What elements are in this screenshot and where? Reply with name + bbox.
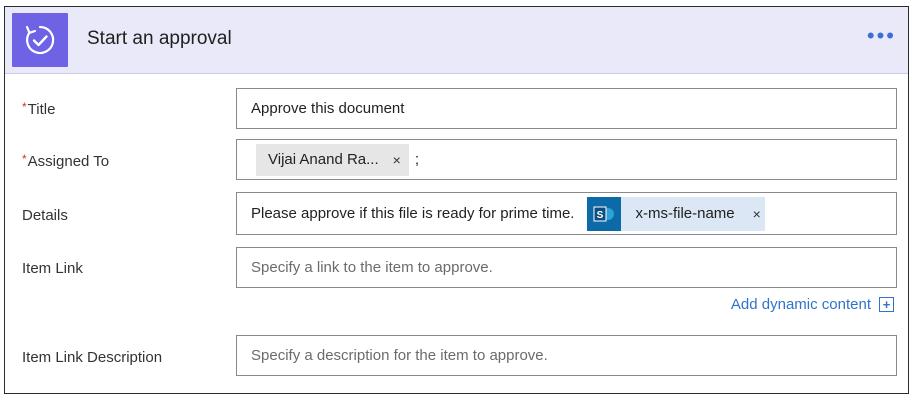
assignee-separator: ; [414, 151, 419, 168]
assignee-token-label: Vijai Anand Ra... [268, 151, 379, 168]
card-header[interactable]: Start an approval ••• [5, 7, 908, 74]
title-field[interactable]: Approve this document [236, 88, 897, 129]
details-field[interactable]: Please approve if this file is ready for… [236, 192, 897, 235]
details-value: Please approve if this file is ready for… [251, 205, 575, 222]
item-link-field[interactable]: Specify a link to the item to approve. [236, 247, 897, 288]
assigned-to-label: *Assigned To [22, 152, 110, 170]
approval-check-icon [12, 13, 68, 67]
item-link-placeholder: Specify a link to the item to approve. [251, 259, 493, 276]
more-options-button[interactable]: ••• [867, 23, 896, 49]
assignee-token[interactable]: Vijai Anand Ra... × [256, 143, 409, 176]
assigned-to-field[interactable]: Vijai Anand Ra... × ; [236, 139, 897, 180]
sharepoint-icon: S [587, 196, 622, 231]
title-value: Approve this document [251, 100, 405, 117]
dynamic-content-token[interactable]: S x-ms-file-name × [587, 196, 765, 231]
item-link-description-placeholder: Specify a description for the item to ap… [251, 347, 548, 364]
title-label: *Title [22, 100, 56, 118]
item-link-label: Item Link [22, 260, 83, 277]
dynamic-token-label: x-ms-file-name [635, 205, 735, 222]
add-dynamic-content-label: Add dynamic content [730, 296, 871, 313]
required-marker: * [22, 100, 27, 114]
remove-assignee-icon[interactable]: × [393, 152, 401, 168]
details-label: Details [22, 207, 68, 224]
add-dynamic-content-link[interactable]: Add dynamic content + [731, 296, 894, 313]
add-plus-icon: + [879, 297, 894, 312]
required-marker: * [22, 152, 27, 166]
approval-action-card: Start an approval ••• *Title Approve thi… [4, 6, 909, 394]
svg-text:S: S [597, 210, 604, 221]
remove-dynamic-token-icon[interactable]: × [753, 206, 761, 222]
item-link-description-label: Item Link Description [22, 349, 163, 366]
card-title: Start an approval [87, 28, 232, 49]
item-link-description-field[interactable]: Specify a description for the item to ap… [236, 335, 897, 376]
